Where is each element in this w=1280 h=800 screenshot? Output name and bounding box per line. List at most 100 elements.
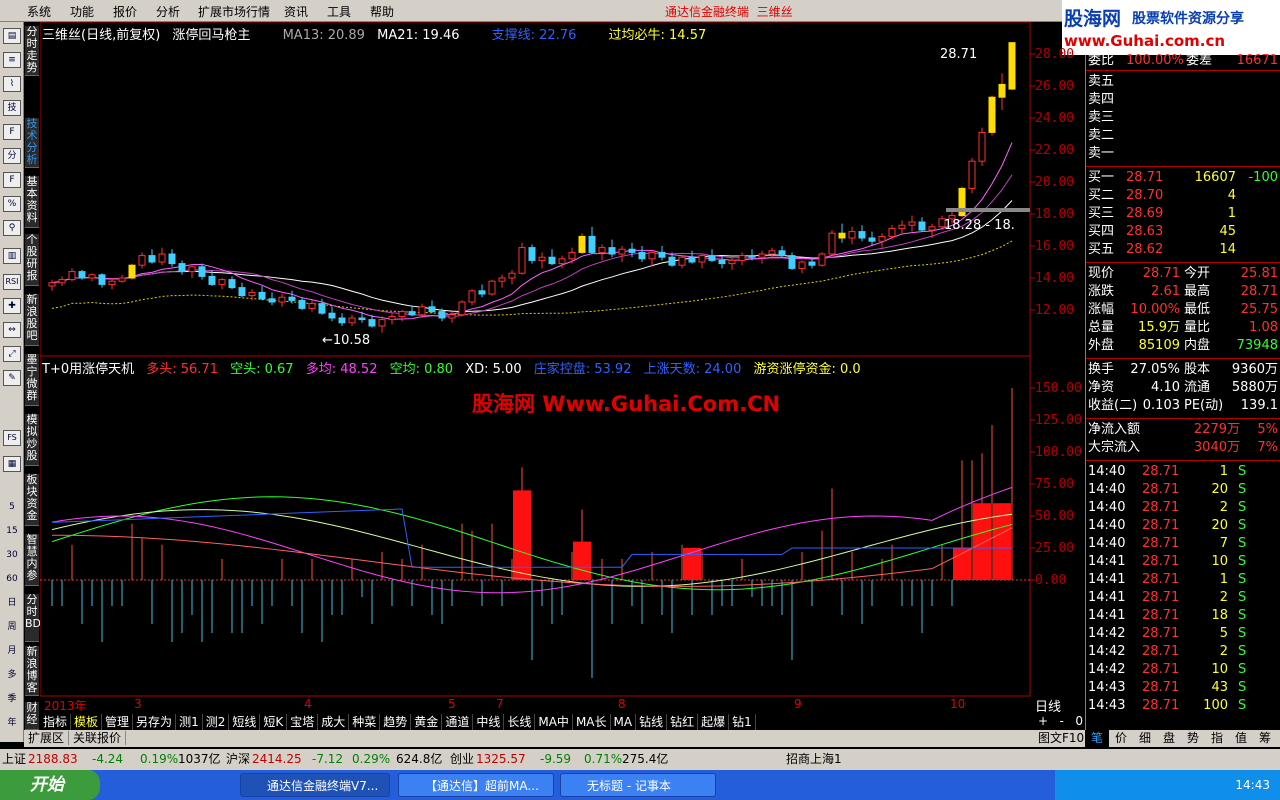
formula-tab[interactable]: 管理 bbox=[102, 714, 134, 730]
vtab-sector-fund[interactable]: 板块资金 bbox=[25, 474, 39, 526]
task-tdx[interactable]: 通达信金融终端V7... bbox=[240, 773, 390, 797]
vtab-tech[interactable]: 技术分析 bbox=[25, 118, 39, 168]
indicator-name[interactable]: T+0用涨停天机 bbox=[42, 362, 134, 377]
menu-function[interactable]: 功能 bbox=[70, 3, 94, 20]
formula-tab[interactable]: 测1 bbox=[176, 714, 203, 730]
vtab-basic[interactable]: 基本资料 bbox=[25, 176, 39, 228]
panel-tab[interactable]: 筹 bbox=[1253, 730, 1277, 747]
move-icon[interactable]: ⤢ bbox=[3, 346, 21, 362]
period-label[interactable]: 日线 bbox=[1035, 696, 1061, 715]
days-value: 上涨天数: 24.00 bbox=[643, 362, 742, 377]
stat-value: 1.08 bbox=[1249, 320, 1278, 335]
quote-icon[interactable]: ▤ bbox=[3, 28, 21, 44]
vtab-minute[interactable]: 分时走势 bbox=[25, 26, 39, 76]
formula-tab[interactable]: 起爆 bbox=[698, 714, 730, 730]
menu-ext-market[interactable]: 扩展市场行情 bbox=[198, 3, 270, 20]
task-formula[interactable]: 【通达信】超前MA... bbox=[398, 773, 554, 797]
formula-name[interactable]: 涨停回马枪主 bbox=[172, 28, 250, 43]
chart-area[interactable]: 28.00 26.00 24.00 22.00 20.00 18.00 16.00 14.00… bbox=[40, 22, 1085, 715]
formula-tab[interactable]: MA中 bbox=[535, 714, 573, 730]
minute-icon[interactable]: 分 bbox=[3, 148, 21, 164]
period-month[interactable]: 月 bbox=[3, 644, 21, 660]
list-icon[interactable]: ≡ bbox=[3, 52, 21, 68]
formula-tab[interactable]: 钻红 bbox=[667, 714, 699, 730]
formula-tab[interactable]: 趋势 bbox=[380, 714, 412, 730]
tech-icon[interactable]: 技 bbox=[3, 100, 21, 116]
f10-icon[interactable]: F bbox=[3, 124, 21, 140]
task-notepad[interactable]: 无标题 - 记事本 bbox=[560, 773, 716, 797]
period-multi[interactable]: 多 bbox=[3, 668, 21, 684]
formula-tab[interactable]: 宝塔 bbox=[287, 714, 319, 730]
layout-icon[interactable]: ▦ bbox=[3, 456, 21, 472]
menu-analysis[interactable]: 分析 bbox=[156, 3, 180, 20]
menu-help[interactable]: 帮助 bbox=[370, 3, 394, 20]
formula-tab[interactable]: 指标 bbox=[40, 714, 72, 730]
formula-tab[interactable]: 钻线 bbox=[636, 714, 668, 730]
panel-tab[interactable]: 指 bbox=[1205, 730, 1229, 747]
formula-tab[interactable]: 中线 bbox=[473, 714, 505, 730]
menu-tools[interactable]: 工具 bbox=[327, 3, 351, 20]
bars-icon[interactable]: ▥ bbox=[3, 248, 21, 264]
rank-icon[interactable]: % bbox=[3, 196, 21, 212]
formula-tab[interactable]: 钻1 bbox=[729, 714, 756, 730]
formula-tab[interactable]: 成大 bbox=[318, 714, 350, 730]
panel-tab[interactable]: 价 bbox=[1109, 730, 1133, 747]
vtab-weiqun[interactable]: 墨宁微群 bbox=[25, 354, 39, 406]
formula-tab[interactable]: 另存为 bbox=[133, 714, 177, 730]
formula-tab[interactable]: 短K bbox=[260, 714, 288, 730]
stat-value: 5880万 bbox=[1231, 380, 1278, 395]
arrows-icon[interactable]: ⇔ bbox=[3, 322, 21, 338]
period-year[interactable]: 年 bbox=[3, 716, 21, 732]
zoom-reset-button[interactable]: 0 bbox=[1075, 714, 1083, 728]
panel-tab[interactable]: 笔 bbox=[1085, 730, 1109, 747]
panel-tab[interactable]: 值 bbox=[1229, 730, 1253, 747]
period-15[interactable]: 15 bbox=[3, 524, 21, 540]
formula-tab[interactable]: 种菜 bbox=[349, 714, 381, 730]
candle-body bbox=[898, 224, 906, 229]
vtab-minute-bd[interactable]: 分时BD bbox=[25, 594, 41, 642]
menu-info[interactable]: 资讯 bbox=[284, 3, 308, 20]
ext-area-tab[interactable]: 扩展区 bbox=[24, 731, 70, 745]
tick-price: 28.71 bbox=[1142, 662, 1180, 677]
formula-tab[interactable]: 短线 bbox=[229, 714, 261, 730]
formula-tab[interactable]: 长线 bbox=[504, 714, 536, 730]
search-icon[interactable]: ⚲ bbox=[3, 220, 21, 236]
menu-system[interactable]: 系统 bbox=[27, 3, 51, 20]
period-week[interactable]: 周 bbox=[3, 620, 21, 636]
formula-tab[interactable]: MA bbox=[611, 714, 637, 730]
formula-tab[interactable]: 黄金 bbox=[411, 714, 443, 730]
vtab-finance[interactable]: 财经 bbox=[25, 702, 39, 730]
period-60[interactable]: 60 bbox=[3, 572, 21, 588]
rsi-icon[interactable]: RSI bbox=[3, 274, 21, 290]
zhuang-value: 庄家控盘: 53.92 bbox=[533, 362, 632, 377]
zoom-out-button[interactable]: - bbox=[1060, 714, 1064, 728]
period-5[interactable]: 5 bbox=[3, 500, 21, 516]
expand-icon[interactable]: ✚ bbox=[3, 298, 21, 314]
menu-quote[interactable]: 报价 bbox=[113, 3, 137, 20]
fs-icon[interactable]: FS bbox=[3, 430, 21, 446]
period-quarter[interactable]: 季 bbox=[3, 692, 21, 708]
formula-tab[interactable]: 通道 bbox=[442, 714, 474, 730]
formula-tab[interactable]: 模板 bbox=[71, 714, 103, 730]
related-quote-tab[interactable]: 关联报价 bbox=[69, 731, 127, 745]
vtab-smart[interactable]: 智慧内参 bbox=[25, 534, 39, 586]
vtab-sina-blog[interactable]: 新浪博客 bbox=[25, 646, 39, 696]
period-30[interactable]: 30 bbox=[3, 548, 21, 564]
vtab-sina-bar[interactable]: 新浪股吧 bbox=[25, 294, 39, 346]
panel-tab[interactable]: 细 bbox=[1133, 730, 1157, 747]
vtab-simulate[interactable]: 模拟炒股 bbox=[25, 414, 39, 466]
buy-change: -100 bbox=[1248, 170, 1278, 185]
vtab-report[interactable]: 个股研报 bbox=[25, 234, 39, 286]
pencil-icon[interactable]: ✎ bbox=[3, 370, 21, 386]
period-day[interactable]: 日 bbox=[3, 596, 21, 612]
start-button[interactable]: 开始 bbox=[0, 770, 100, 800]
formula-tab[interactable]: 测2 bbox=[203, 714, 230, 730]
zoom-in-button[interactable]: + bbox=[1038, 714, 1048, 728]
f10-button[interactable]: 图文F10 bbox=[1038, 730, 1085, 747]
formula-tab[interactable]: MA长 bbox=[573, 714, 611, 730]
ind-axis-label: 150.00 bbox=[1035, 381, 1082, 396]
panel-tab[interactable]: 盘 bbox=[1157, 730, 1181, 747]
panel-tab[interactable]: 势 bbox=[1181, 730, 1205, 747]
chart-icon[interactable]: ⌇ bbox=[3, 76, 21, 92]
f12-icon[interactable]: F bbox=[3, 172, 21, 188]
